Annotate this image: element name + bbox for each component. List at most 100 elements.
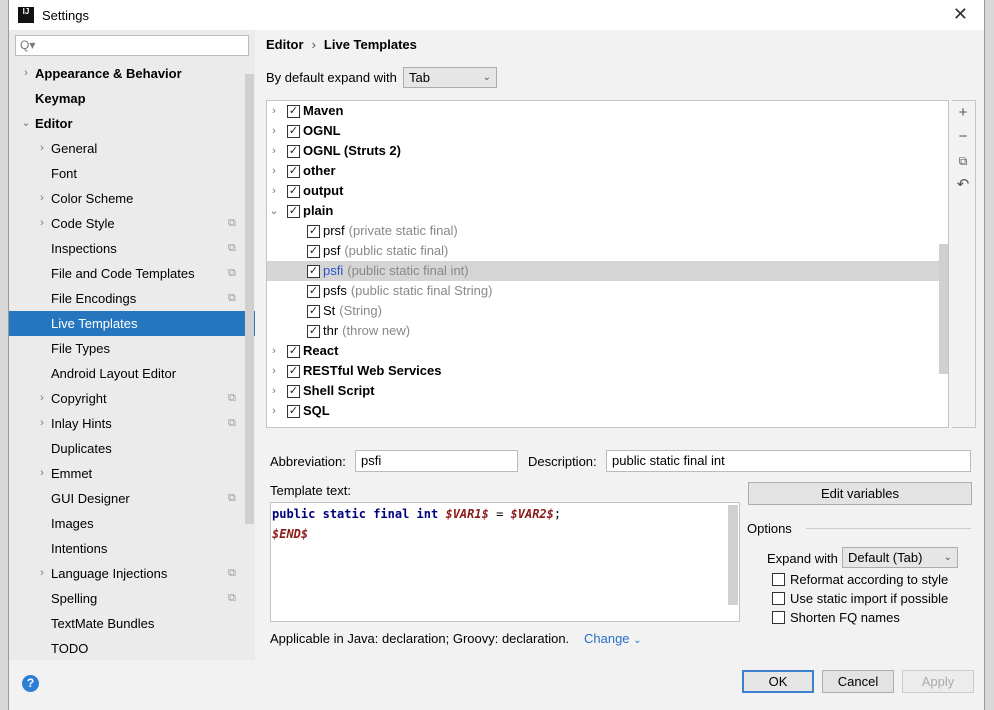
template-group-row[interactable]: › ✓ RESTful Web Services — [267, 361, 941, 381]
sidebar-item-todo[interactable]: TODO — [9, 636, 255, 661]
template-row[interactable]: ✓ thr (throw new) — [267, 321, 941, 341]
checkbox-checked-icon[interactable]: ✓ — [287, 164, 300, 178]
sidebar-scrollbar[interactable] — [245, 74, 254, 524]
chevron-right-icon[interactable]: › — [269, 161, 279, 181]
tree-scrollbar[interactable] — [939, 244, 948, 374]
template-group-row[interactable]: › ✓ OGNL (Struts 2) — [267, 141, 941, 161]
template-group-row[interactable]: › ✓ other — [267, 161, 941, 181]
close-icon[interactable]: ✕ — [953, 4, 968, 25]
chevron-down-icon[interactable]: ⌄ — [269, 201, 279, 221]
chevron-right-icon[interactable]: › — [269, 121, 279, 141]
chevron-down-icon[interactable]: ⌄ — [20, 111, 32, 136]
chevron-right-icon[interactable]: › — [269, 381, 279, 401]
template-row[interactable]: ✓ prsf (private static final) — [267, 221, 941, 241]
abbreviation-input[interactable]: psfi — [355, 450, 518, 472]
reformat-checkbox[interactable]: Reformat according to style — [772, 572, 948, 587]
sidebar-item-textmate-bundles[interactable]: TextMate Bundles — [9, 611, 255, 636]
template-text-editor[interactable]: public static final int $VAR1$ = $VAR2$;… — [270, 502, 740, 622]
chevron-right-icon[interactable]: › — [20, 61, 32, 86]
checkbox-checked-icon[interactable]: ✓ — [287, 384, 300, 398]
sidebar-item-inlay-hints[interactable]: › Inlay Hints ⧉ — [9, 411, 255, 436]
chevron-right-icon[interactable]: › — [269, 361, 279, 381]
checkbox-checked-icon[interactable]: ✓ — [287, 344, 300, 358]
restore-icon[interactable]: ↶ — [952, 173, 974, 197]
sidebar-item-spelling[interactable]: Spelling ⧉ — [9, 586, 255, 611]
template-group-row[interactable]: › ✓ SQL — [267, 401, 941, 421]
checkbox-checked-icon[interactable]: ✓ — [287, 204, 300, 218]
remove-icon[interactable]: − — [952, 125, 974, 149]
sidebar-item-copyright[interactable]: › Copyright ⧉ — [9, 386, 255, 411]
default-expand-select[interactable]: Tab ⌄ — [403, 67, 497, 88]
editor-scrollbar[interactable] — [728, 505, 738, 605]
help-icon[interactable]: ? — [22, 675, 39, 692]
sidebar-item-code-style[interactable]: › Code Style ⧉ — [9, 211, 255, 236]
sidebar-item-emmet[interactable]: › Emmet — [9, 461, 255, 486]
sidebar-item-editor[interactable]: ⌄ Editor — [9, 111, 255, 136]
change-context-link[interactable]: Change ⌄ — [584, 631, 642, 646]
sidebar-item-language-injections[interactable]: › Language Injections ⧉ — [9, 561, 255, 586]
sidebar-item-keymap[interactable]: Keymap — [9, 86, 255, 111]
chevron-right-icon[interactable]: › — [269, 341, 279, 361]
sidebar-item-general[interactable]: › General — [9, 136, 255, 161]
checkbox-checked-icon[interactable]: ✓ — [287, 124, 300, 138]
ok-button[interactable]: OK — [742, 670, 814, 693]
breadcrumb-parent[interactable]: Editor — [266, 37, 304, 52]
settings-search-input[interactable]: Q▾ — [15, 35, 249, 56]
template-row[interactable]: ✓ psfi (public static final int) — [267, 261, 941, 281]
edit-variables-button[interactable]: Edit variables — [748, 482, 972, 505]
expand-with-select[interactable]: Default (Tab) ⌄ — [842, 547, 958, 568]
sidebar-item-file-encodings[interactable]: File Encodings ⧉ — [9, 286, 255, 311]
checkbox-checked-icon[interactable]: ✓ — [307, 244, 320, 258]
sidebar-item-font[interactable]: Font — [9, 161, 255, 186]
chevron-right-icon[interactable]: › — [269, 401, 279, 421]
checkbox-icon[interactable] — [772, 592, 785, 605]
template-group-row[interactable]: › ✓ Maven — [267, 101, 941, 121]
template-group-row[interactable]: › ✓ Shell Script — [267, 381, 941, 401]
template-group-row[interactable]: › ✓ React — [267, 341, 941, 361]
chevron-right-icon[interactable]: › — [36, 186, 48, 211]
sidebar-item-images[interactable]: Images — [9, 511, 255, 536]
apply-button[interactable]: Apply — [902, 670, 974, 693]
sidebar-item-gui-designer[interactable]: GUI Designer ⧉ — [9, 486, 255, 511]
template-group-row[interactable]: ⌄ ✓ plain — [267, 201, 941, 221]
sidebar-item-intentions[interactable]: Intentions — [9, 536, 255, 561]
sidebar-item-file-and-code-templates[interactable]: File and Code Templates ⧉ — [9, 261, 255, 286]
sidebar-item-android-layout-editor[interactable]: Android Layout Editor — [9, 361, 255, 386]
sidebar-item-inspections[interactable]: Inspections ⧉ — [9, 236, 255, 261]
checkbox-checked-icon[interactable]: ✓ — [307, 224, 320, 238]
sidebar-item-color-scheme[interactable]: › Color Scheme — [9, 186, 255, 211]
checkbox-checked-icon[interactable]: ✓ — [287, 404, 300, 418]
chevron-right-icon[interactable]: › — [36, 386, 48, 411]
chevron-right-icon[interactable]: › — [36, 411, 48, 436]
chevron-right-icon[interactable]: › — [36, 136, 48, 161]
sidebar-item-appearance-behavior[interactable]: › Appearance & Behavior — [9, 61, 255, 86]
checkbox-icon[interactable] — [772, 611, 785, 624]
template-row[interactable]: ✓ St (String) — [267, 301, 941, 321]
cancel-button[interactable]: Cancel — [822, 670, 894, 693]
copy-icon[interactable]: ⧉ — [952, 149, 974, 173]
checkbox-checked-icon[interactable]: ✓ — [307, 324, 320, 338]
sidebar-item-duplicates[interactable]: Duplicates — [9, 436, 255, 461]
template-row[interactable]: ✓ psf (public static final) — [267, 241, 941, 261]
template-group-row[interactable]: › ✓ output — [267, 181, 941, 201]
add-icon[interactable]: + — [952, 101, 974, 125]
sidebar-item-file-types[interactable]: File Types — [9, 336, 255, 361]
description-input[interactable]: public static final int — [606, 450, 971, 472]
checkbox-checked-icon[interactable]: ✓ — [287, 364, 300, 378]
chevron-right-icon[interactable]: › — [269, 101, 279, 121]
sidebar-item-live-templates[interactable]: Live Templates — [9, 311, 255, 336]
chevron-right-icon[interactable]: › — [36, 211, 48, 236]
template-group-row[interactable]: › ✓ OGNL — [267, 121, 941, 141]
shorten-fq-checkbox[interactable]: Shorten FQ names — [772, 610, 900, 625]
static-import-checkbox[interactable]: Use static import if possible — [772, 591, 948, 606]
checkbox-checked-icon[interactable]: ✓ — [287, 184, 300, 198]
template-row[interactable]: ✓ psfs (public static final String) — [267, 281, 941, 301]
checkbox-checked-icon[interactable]: ✓ — [307, 304, 320, 318]
chevron-right-icon[interactable]: › — [36, 461, 48, 486]
checkbox-checked-icon[interactable]: ✓ — [307, 284, 320, 298]
checkbox-checked-icon[interactable]: ✓ — [307, 264, 320, 278]
checkbox-checked-icon[interactable]: ✓ — [287, 144, 300, 158]
chevron-right-icon[interactable]: › — [269, 181, 279, 201]
chevron-right-icon[interactable]: › — [36, 561, 48, 586]
chevron-right-icon[interactable]: › — [269, 141, 279, 161]
